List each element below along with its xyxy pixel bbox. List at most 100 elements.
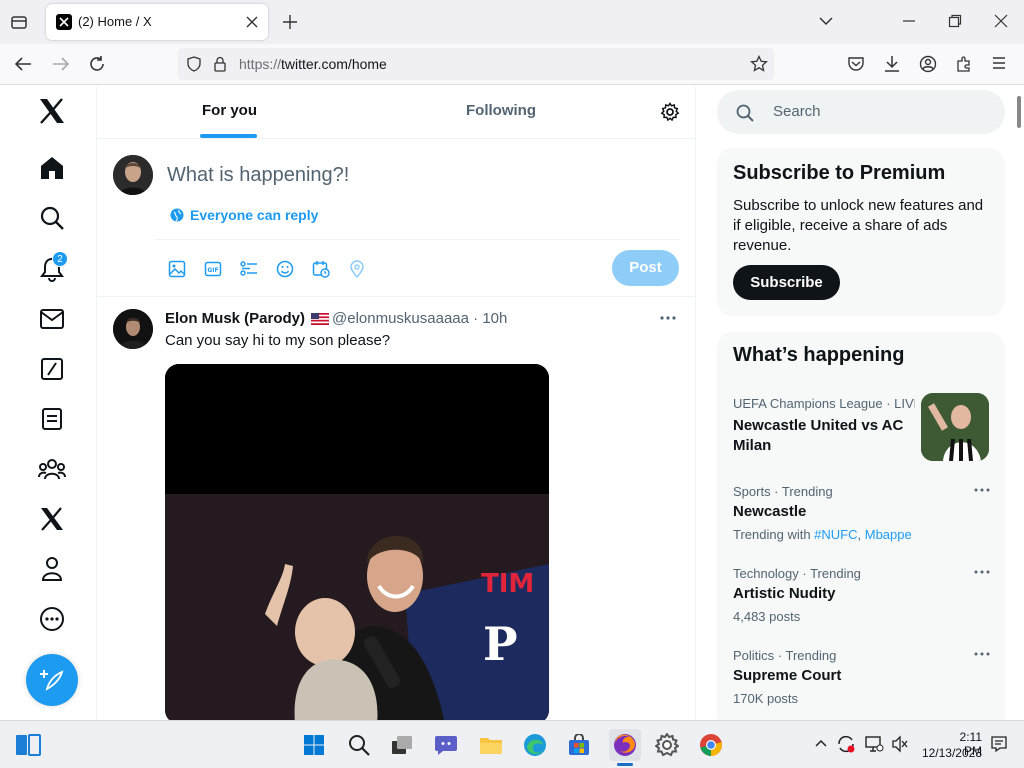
trend-more-options-icon[interactable] <box>973 568 991 576</box>
media-background-text: TIM <box>481 569 534 599</box>
tweet-author-handle[interactable]: @elonmuskusaaaaa · 10h <box>332 310 507 327</box>
url-protocol: https:// <box>239 56 282 72</box>
post-button[interactable]: Post <box>612 250 679 286</box>
volume-muted-icon[interactable] <box>891 735 909 753</box>
account-icon[interactable] <box>919 55 937 73</box>
start-windows-icon[interactable] <box>300 731 328 759</box>
tabs-divider <box>97 138 696 139</box>
settings-gear-icon[interactable] <box>653 731 681 759</box>
url-text[interactable]: https://twitter.com/home <box>239 56 387 72</box>
home-icon[interactable] <box>37 153 67 183</box>
timeline-settings-gear-icon[interactable] <box>660 102 680 122</box>
explore-search-icon[interactable] <box>37 203 67 233</box>
tweet-handle-text: @elonmuskusaaaaa <box>332 310 469 327</box>
menu-hamburger-icon[interactable] <box>991 56 1007 70</box>
search-box[interactable]: Search <box>717 90 1005 134</box>
trend-more-options-icon[interactable] <box>973 486 991 494</box>
trend-context: Technology · Trending <box>733 566 861 581</box>
extensions-puzzle-icon[interactable] <box>955 55 973 73</box>
pocket-icon[interactable] <box>847 56 865 72</box>
widgets-icon[interactable] <box>14 731 42 759</box>
chrome-browser-icon[interactable] <box>697 731 725 759</box>
trend-name: Supreme Court <box>733 667 842 684</box>
tweet-more-options-icon[interactable] <box>658 308 678 328</box>
teams-chat-icon[interactable] <box>432 731 460 759</box>
feed-divider <box>97 296 696 297</box>
trend-post-count: 170K posts <box>733 691 799 706</box>
firefox-active-indicator <box>617 763 633 766</box>
gif-icon[interactable]: GIF <box>202 258 224 280</box>
us-flag-icon <box>311 313 330 326</box>
browser-tab-active[interactable]: (2) Home / X <box>46 4 268 40</box>
restore-window-icon[interactable] <box>948 14 962 28</box>
tweet-author-avatar[interactable] <box>113 309 153 349</box>
minimize-window-icon[interactable] <box>902 14 916 28</box>
forward-arrow-icon[interactable] <box>52 56 70 72</box>
schedule-calendar-icon[interactable] <box>310 258 332 280</box>
location-pin-icon[interactable] <box>346 258 368 280</box>
reload-icon[interactable] <box>88 55 106 73</box>
sync-status-icon[interactable] <box>836 735 856 753</box>
emoji-icon[interactable] <box>274 258 296 280</box>
trend-context: UEFA Champions League · LIVE <box>733 396 915 411</box>
notification-count-badge: 2 <box>52 251 68 267</box>
svg-text:P: P <box>483 617 518 671</box>
taskbar-clock-date[interactable]: 12/13/2023 <box>920 746 982 760</box>
microsoft-store-icon[interactable] <box>565 731 593 759</box>
notification-center-icon[interactable] <box>990 735 1008 753</box>
downloads-icon[interactable] <box>883 55 901 73</box>
firefox-taskbar-button[interactable] <box>609 729 641 761</box>
network-display-icon[interactable] <box>864 735 884 753</box>
back-arrow-icon[interactable] <box>14 56 32 72</box>
tweet-text: Can you say hi to my son please? <box>165 332 391 349</box>
url-bar[interactable]: https://twitter.com/home <box>178 48 774 80</box>
reply-setting-button[interactable]: Everyone can reply <box>170 207 318 223</box>
page-scrollbar[interactable] <box>1017 96 1021 128</box>
lock-icon[interactable] <box>213 56 227 72</box>
trend-post-count: 4,483 posts <box>733 609 801 624</box>
file-explorer-icon[interactable] <box>477 731 505 759</box>
composer-avatar[interactable] <box>113 155 153 195</box>
tweet-author-name-text: Elon Musk (Parody) <box>165 310 306 327</box>
edge-browser-icon[interactable] <box>521 731 549 759</box>
tracking-shield-icon[interactable] <box>186 56 202 72</box>
new-tab-icon[interactable] <box>282 14 298 30</box>
subscribe-button[interactable]: Subscribe <box>733 265 840 300</box>
grok-slash-icon[interactable] <box>37 354 67 384</box>
bookmark-star-icon[interactable] <box>750 55 768 73</box>
search-input[interactable]: Search <box>773 103 821 120</box>
show-hidden-icons-chevron-up-icon[interactable] <box>814 738 828 748</box>
tweet-media-image[interactable]: TIM P <box>165 364 549 720</box>
browser-tab-bar: (2) Home / X <box>0 0 1024 44</box>
tweet-author-name[interactable]: Elon Musk (Parody) <box>165 310 330 327</box>
premium-x-icon[interactable] <box>37 504 67 534</box>
url-host-path: twitter.com/home <box>281 56 387 72</box>
trend-link-nufc[interactable]: #NUFC <box>814 527 857 542</box>
compose-post-button[interactable] <box>26 654 78 706</box>
media-image-icon[interactable] <box>166 258 188 280</box>
left-navigation: 2 <box>0 86 97 720</box>
messages-envelope-icon[interactable] <box>37 304 67 334</box>
right-sidebar: Search Subscribe to Premium Subscribe to… <box>697 86 1024 720</box>
whats-happening-card: What’s happening UEFA Champions League ·… <box>717 332 1005 720</box>
tab-list-icon[interactable] <box>10 13 28 31</box>
more-circle-icon[interactable] <box>37 604 67 634</box>
premium-card: Subscribe to Premium Subscribe to unlock… <box>717 148 1005 316</box>
task-view-icon[interactable] <box>388 731 416 759</box>
x-logo-icon[interactable] <box>37 96 67 126</box>
tab-close-icon[interactable] <box>245 15 259 29</box>
tab-following[interactable]: Following <box>466 102 536 119</box>
communities-icon[interactable] <box>37 454 67 484</box>
tab-overflow-chevron-down-icon[interactable] <box>818 15 834 27</box>
composer-input[interactable]: What is happening?! <box>167 164 349 187</box>
lists-icon[interactable] <box>37 404 67 434</box>
trend-link-mbappe[interactable]: Mbappe <box>865 527 912 542</box>
page-content: 2 For you Following What is happening?! … <box>0 86 1024 720</box>
poll-icon[interactable] <box>238 258 260 280</box>
close-window-icon[interactable] <box>994 14 1008 28</box>
trend-context: Politics · Trending <box>733 648 837 663</box>
tab-for-you[interactable]: For you <box>202 102 257 119</box>
profile-person-icon[interactable] <box>37 554 67 584</box>
taskbar-search-icon[interactable] <box>345 731 373 759</box>
trend-more-options-icon[interactable] <box>973 650 991 658</box>
